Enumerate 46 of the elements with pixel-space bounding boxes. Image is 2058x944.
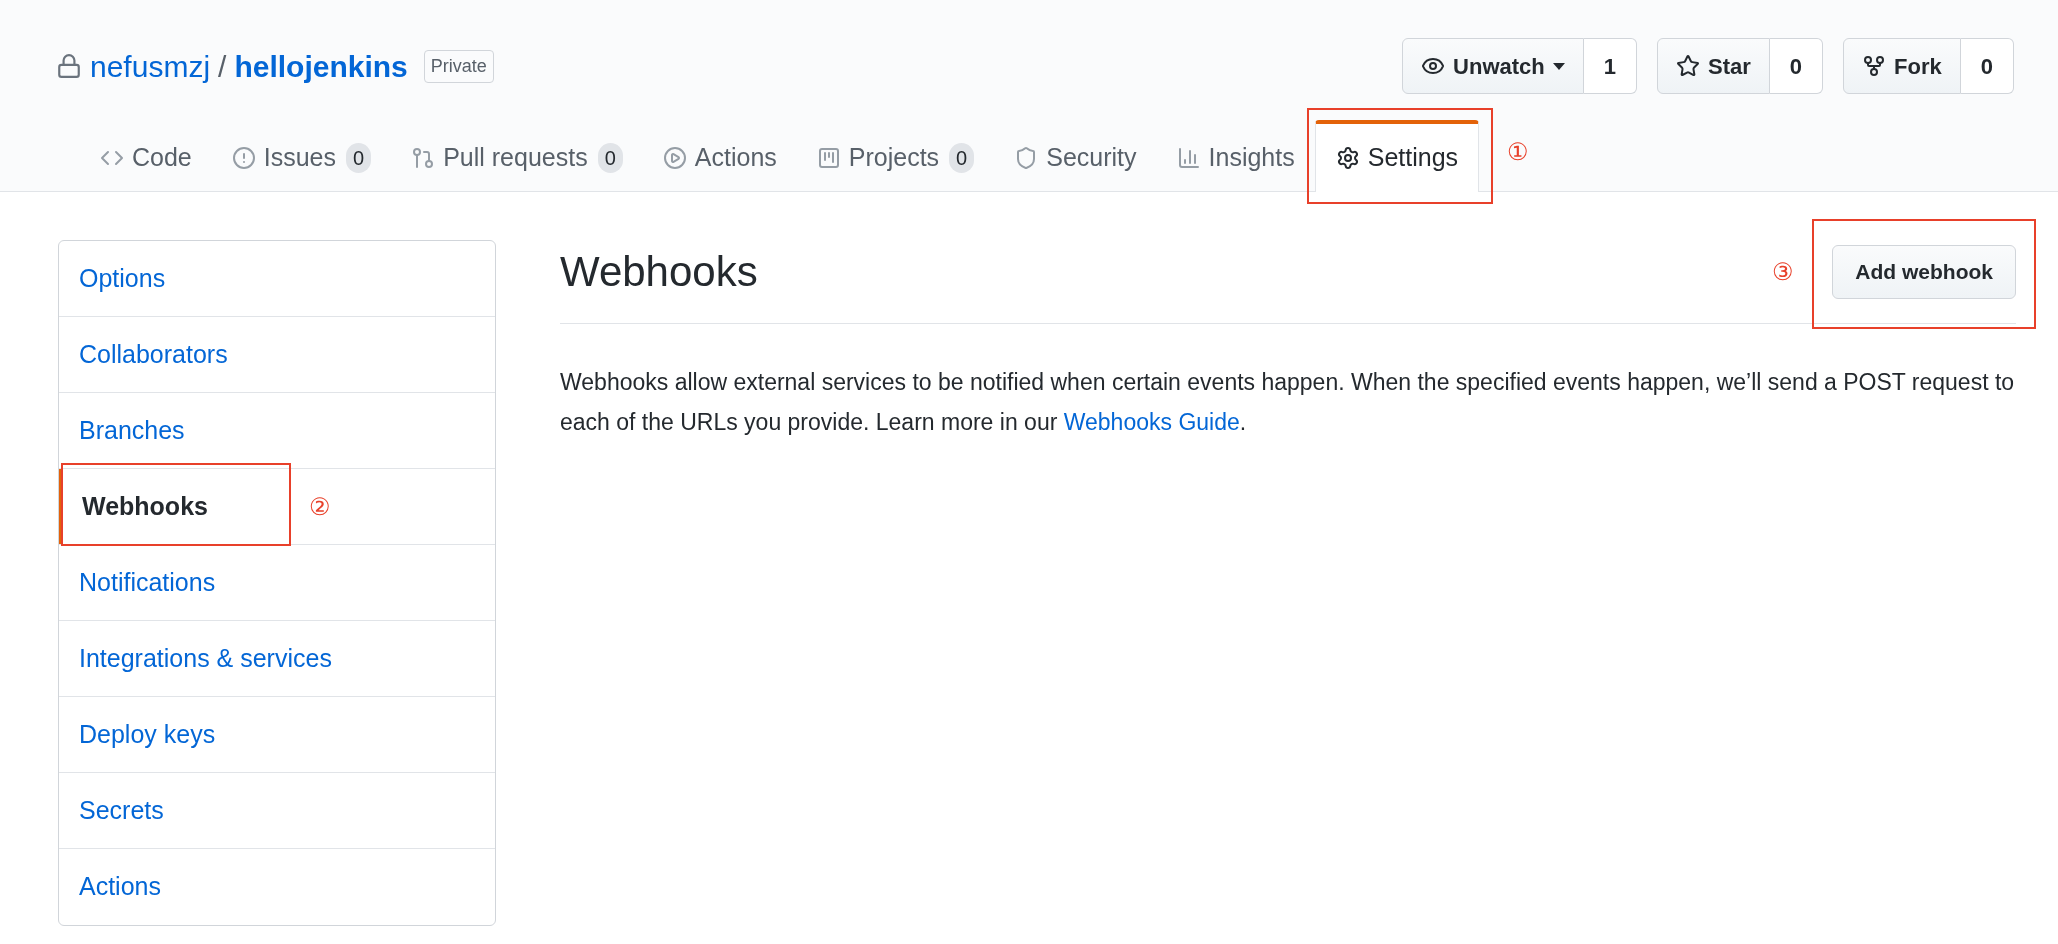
repo-tab[interactable]: Security (994, 120, 1157, 192)
sidebar-item[interactable]: Options (59, 241, 495, 316)
bar-chart-icon (1176, 146, 1201, 170)
annotation-number: ③ (1772, 256, 1795, 287)
repo-tab[interactable]: Projects 0 (796, 120, 995, 192)
count-badge: 0 (346, 143, 372, 173)
repo-tab[interactable]: Insights (1156, 120, 1315, 192)
sidebar-item[interactable]: Collaborators (59, 317, 495, 392)
webhooks-guide-link[interactable]: Webhooks Guide (1063, 409, 1240, 435)
fork-icon (1862, 54, 1887, 78)
annotation-number: ① (1507, 137, 1530, 167)
repo-tab[interactable]: Actions (642, 120, 797, 192)
repo-action-count[interactable]: 0 (1769, 38, 1824, 94)
page-title: Webhooks (560, 247, 758, 297)
repo-action-count[interactable]: 0 (1960, 38, 2014, 94)
play-icon (662, 146, 687, 170)
pull-request-icon (411, 146, 436, 170)
add-webhook-button[interactable]: Add webhook (1832, 244, 2016, 299)
repo-tab[interactable]: Settings (1314, 120, 1480, 192)
sidebar-item[interactable]: Secrets (59, 773, 495, 848)
sidebar-item[interactable]: Actions (59, 849, 495, 925)
count-badge: 0 (949, 143, 975, 173)
webhooks-description: Webhooks allow external services to be notified when certain events happen. When the specified events happen, we’ll send a POST request to each of the URLs you provide. Learn more in our Webhooks Guide. (560, 368, 2016, 437)
repo-action-button[interactable]: Unwatch (1402, 38, 1584, 94)
repo-action-count[interactable]: 1 (1583, 38, 1637, 94)
path-separator: / (218, 48, 227, 85)
repo-action-button[interactable]: Fork (1843, 38, 1961, 94)
annotation-number: ② (309, 492, 331, 520)
visibility-label: Private (423, 49, 494, 83)
sidebar-item[interactable]: Deploy keys (59, 697, 495, 772)
settings-icon (1335, 146, 1360, 170)
repo-name-link[interactable]: hellojenkins (234, 43, 408, 89)
issue-icon (231, 146, 256, 170)
project-board-icon (816, 146, 841, 170)
repo-action-button[interactable]: Star (1657, 38, 1770, 94)
star-icon (1676, 54, 1700, 78)
repo-tab[interactable]: Issues 0 (211, 120, 392, 192)
caret-icon (1552, 62, 1565, 70)
sidebar-item[interactable]: Notifications (59, 545, 495, 620)
sidebar-item[interactable]: Integrations & services (59, 621, 495, 696)
repo-tab[interactable]: Code (80, 120, 212, 192)
count-badge: 0 (597, 143, 623, 173)
repo-owner-link[interactable]: nefusmzj (90, 43, 211, 89)
lock-icon (56, 53, 82, 79)
sidebar-item[interactable]: Branches (59, 393, 495, 468)
repo-tab[interactable]: Pull requests 0 (391, 120, 643, 192)
